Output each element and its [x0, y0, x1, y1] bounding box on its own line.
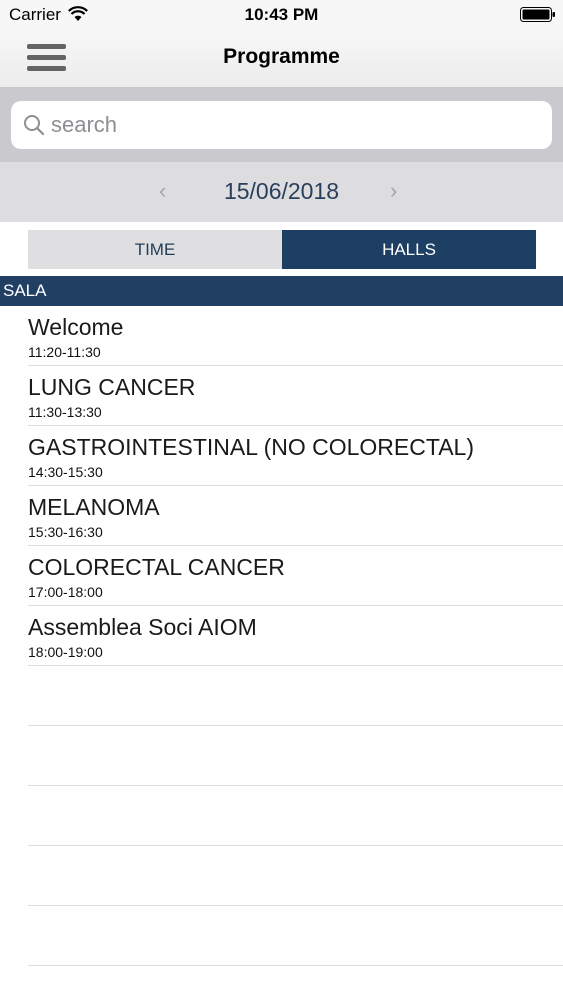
search-input[interactable]: [51, 107, 541, 143]
view-mode-segmented-control: TIME HALLS: [28, 230, 536, 269]
session-row[interactable]: Welcome 11:20-11:30: [28, 306, 563, 366]
session-row[interactable]: GASTROINTESTINAL (NO COLORECTAL) 14:30-1…: [28, 426, 563, 486]
status-time: 10:43 PM: [244, 5, 319, 24]
search-icon: [24, 115, 45, 136]
session-title: COLORECTAL CANCER: [28, 554, 285, 580]
status-bar: Carrier 10:43 PM: [0, 0, 563, 30]
session-title: Assemblea Soci AIOM: [28, 614, 257, 640]
session-list: Welcome 11:20-11:30 LUNG CANCER 11:30-13…: [0, 306, 563, 966]
session-row[interactable]: COLORECTAL CANCER 17:00-18:00: [28, 546, 563, 606]
session-row[interactable]: Assemblea Soci AIOM 18:00-19:00: [28, 606, 563, 666]
session-title: LUNG CANCER: [28, 374, 196, 400]
battery-icon: [520, 7, 555, 22]
session-row[interactable]: LUNG CANCER 11:30-13:30: [28, 366, 563, 426]
search-bar: [0, 88, 563, 162]
tab-halls[interactable]: HALLS: [282, 230, 536, 269]
tab-time[interactable]: TIME: [28, 230, 282, 269]
session-title: GASTROINTESTINAL (NO COLORECTAL): [28, 434, 474, 460]
session-time: 18:00-19:00: [28, 644, 103, 660]
search-field[interactable]: [11, 101, 552, 149]
empty-row: [28, 846, 563, 906]
empty-row: [28, 666, 563, 726]
session-title: Welcome: [28, 314, 124, 340]
session-title: MELANOMA: [28, 494, 160, 520]
empty-row: [28, 906, 563, 966]
empty-row: [28, 786, 563, 846]
session-time: 11:20-11:30: [28, 344, 101, 360]
session-row[interactable]: MELANOMA 15:30-16:30: [28, 486, 563, 546]
session-time: 17:00-18:00: [28, 584, 103, 600]
date-navigator: ‹ 15/06/2018 ›: [0, 162, 563, 222]
session-time: 11:30-13:30: [28, 404, 102, 420]
empty-row: [28, 726, 563, 786]
next-day-chevron-icon[interactable]: ›: [390, 178, 397, 204]
current-date: 15/06/2018: [223, 178, 340, 204]
section-header-sala: SALA: [0, 276, 563, 306]
navigation-bar: Programme: [0, 30, 563, 88]
page-title: Programme: [223, 45, 340, 68]
session-time: 14:30-15:30: [28, 464, 103, 480]
session-time: 15:30-16:30: [28, 524, 103, 540]
